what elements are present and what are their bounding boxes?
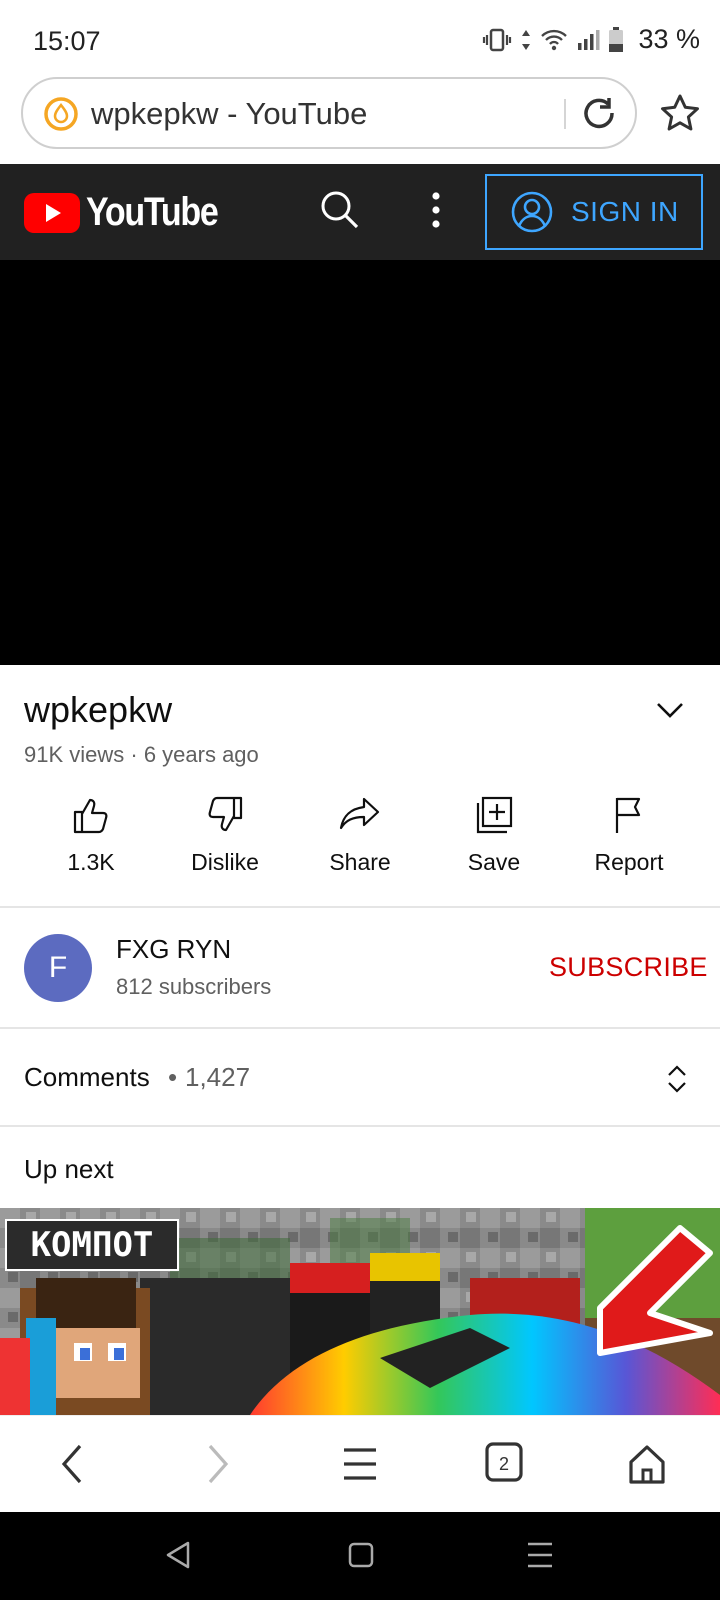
battery-icon [609, 26, 624, 52]
browser-bottom-toolbar: 2 [0, 1415, 720, 1513]
address-bar-divider [564, 99, 566, 129]
report-button[interactable]: Report [564, 795, 694, 876]
share-icon [339, 797, 380, 830]
comments-separator: • [168, 1062, 178, 1092]
video-views-and-date: 91K views · 6 years ago [24, 742, 259, 767]
chevron-down-icon[interactable] [655, 700, 685, 720]
youtube-header: YouTube SIGN IN [0, 164, 720, 260]
back-icon[interactable] [58, 1442, 88, 1486]
channel-name[interactable]: FXG RYN [116, 934, 231, 965]
channel-avatar[interactable]: F [24, 934, 92, 1002]
dislike-button[interactable]: Dislike [160, 795, 290, 876]
android-back-icon[interactable] [164, 1540, 192, 1570]
search-icon[interactable] [320, 190, 360, 230]
flag-icon [615, 797, 641, 833]
sign-in-label: SIGN IN [571, 196, 679, 227]
url-text[interactable]: wpkepkw - YouTube [91, 96, 367, 132]
save-label: Save [467, 849, 521, 875]
dislike-label: Dislike [191, 849, 259, 875]
like-icon [73, 798, 108, 834]
save-to-playlist-icon [476, 796, 513, 834]
like-button[interactable]: 1.3K [26, 795, 156, 876]
share-label: Share [329, 849, 391, 875]
menu-icon[interactable] [342, 1442, 378, 1486]
tab-count: 2 [499, 1454, 509, 1474]
thumbnail-badge-text: KOMПOT [31, 1225, 154, 1265]
video-title: wpkepkw [24, 689, 173, 730]
channel-subscriber-count: 812 subscribers [116, 974, 272, 999]
status-icons: 33 % [482, 24, 700, 55]
like-count: 1.3K [67, 849, 115, 875]
status-time: 15:07 [33, 26, 101, 56]
subscribe-button[interactable]: SUBSCRIBE [549, 952, 708, 983]
divider [0, 1027, 720, 1029]
up-next-video-thumbnail[interactable]: KOMПOT [0, 1208, 720, 1415]
reload-icon[interactable] [579, 93, 621, 135]
youtube-play-logo-icon [24, 192, 80, 233]
bookmark-star-icon[interactable] [659, 93, 701, 135]
divider [0, 906, 720, 908]
wifi-icon [541, 29, 568, 50]
report-label: Report [594, 849, 664, 875]
more-options-icon[interactable] [428, 188, 444, 232]
youtube-logo[interactable]: YouTube [24, 190, 241, 235]
android-home-icon[interactable] [347, 1540, 375, 1570]
up-next-label: Up next [24, 1154, 114, 1184]
expand-collapse-icon[interactable] [666, 1063, 688, 1095]
divider [0, 1125, 720, 1127]
tabs-icon[interactable]: 2 [484, 1440, 524, 1484]
data-arrows-icon [522, 29, 531, 50]
dislike-icon [208, 796, 243, 832]
android-recents-icon[interactable] [526, 1540, 554, 1570]
save-button[interactable]: Save [429, 795, 559, 876]
sign-in-button[interactable]: SIGN IN [485, 174, 703, 250]
android-navigation-bar [0, 1512, 720, 1600]
home-icon[interactable] [627, 1442, 667, 1486]
site-security-icon[interactable] [43, 96, 79, 132]
battery-percent: 33 % [638, 24, 700, 54]
account-circle-icon [511, 191, 553, 233]
vibrate-icon [483, 28, 512, 51]
forward-icon[interactable] [202, 1442, 232, 1486]
comments-label[interactable]: Comments [24, 1062, 150, 1093]
share-button[interactable]: Share [295, 795, 425, 876]
status-bar: 15:07 33 % [0, 0, 720, 78]
comments-count: 1,427 [185, 1062, 251, 1092]
signal-icon [578, 29, 600, 50]
youtube-logo-text: YouTube [86, 190, 219, 234]
video-player[interactable] [0, 260, 720, 665]
address-bar[interactable]: wpkepkw - YouTube [21, 77, 637, 149]
